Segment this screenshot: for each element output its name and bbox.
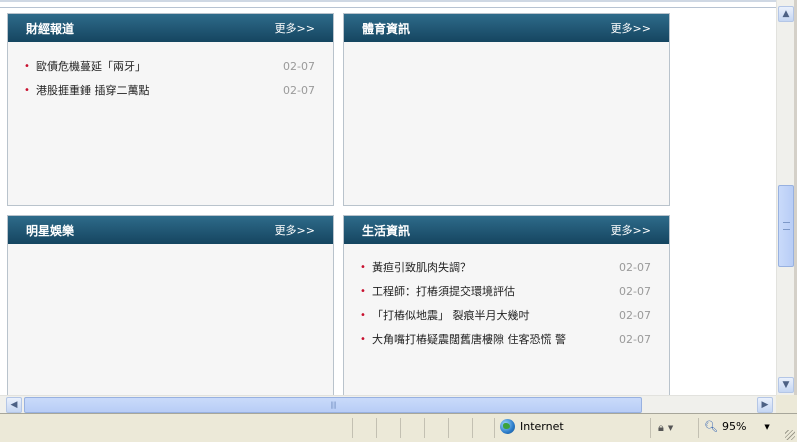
news-date: 02-07 xyxy=(619,308,651,322)
panel-sports: 體育資訊 更多>> xyxy=(343,13,670,206)
grip-icon: |||| xyxy=(330,401,337,409)
list-item[interactable]: • 歐債危機蔓延「兩牙」 02-07 xyxy=(24,54,315,78)
scroll-down-button[interactable]: ▼ xyxy=(778,377,794,393)
status-divider xyxy=(424,418,425,438)
panel-lifestyle-header: 生活資訊 更多>> xyxy=(344,216,669,244)
chevron-down-icon: ▼ xyxy=(782,380,790,390)
news-headline[interactable]: 大角嘴打樁疑震闊舊唐樓隙 住客恐慌 警 xyxy=(372,331,613,347)
scroll-left-button[interactable]: ◀ xyxy=(6,397,22,413)
bullet-icon: • xyxy=(360,261,366,273)
panel-sports-header: 體育資訊 更多>> xyxy=(344,14,669,42)
panel-finance-header: 財經報道 更多>> xyxy=(8,14,333,42)
news-headline[interactable]: 港股捱重錘 插穿二萬點 xyxy=(36,82,277,98)
panel-sports-title: 體育資訊 xyxy=(362,21,411,36)
chevron-left-icon: ◀ xyxy=(10,400,18,410)
scroll-up-button[interactable]: ▲ xyxy=(778,6,794,22)
bullet-icon: • xyxy=(360,333,366,345)
list-item[interactable]: • 「打樁似地震」 裂痕半月大幾吋 02-07 xyxy=(360,303,651,327)
list-item[interactable]: • 黃疸引致肌肉失調？ 02-07 xyxy=(360,255,651,279)
panel-finance-title: 財經報道 xyxy=(26,21,75,36)
status-bar: Internet 🔒︎ ▼ 🔍︎ 95% ▼ xyxy=(0,413,797,442)
vertical-scrollbar[interactable]: ▲ ▼ xyxy=(776,0,794,395)
chevron-down-icon: ▼ xyxy=(764,422,770,431)
chevron-up-icon: ▲ xyxy=(782,9,790,19)
news-headline[interactable]: 「打樁似地震」 裂痕半月大幾吋 xyxy=(372,307,613,323)
status-divider xyxy=(376,418,377,438)
panel-entertainment-more-link[interactable]: 更多>> xyxy=(275,222,315,238)
protected-mode-button[interactable]: 🔒︎ ▼ xyxy=(658,421,673,435)
panel-entertainment-title: 明星娛樂 xyxy=(26,223,75,238)
resize-grip-icon[interactable] xyxy=(785,430,795,440)
news-headline[interactable]: 歐債危機蔓延「兩牙」 xyxy=(36,58,277,74)
scrollbar-corner xyxy=(776,395,797,413)
lock-icon: 🔒︎ xyxy=(658,421,664,434)
bullet-icon: • xyxy=(360,285,366,297)
browser-viewport: 財經報道 更多>> • 歐債危機蔓延「兩牙」 02-07 • 港股捱重錘 插穿二… xyxy=(0,0,776,395)
news-date: 02-07 xyxy=(283,83,315,97)
panel-entertainment-header: 明星娛樂 更多>> xyxy=(8,216,333,244)
status-divider xyxy=(448,418,449,438)
status-divider xyxy=(472,418,473,438)
status-divider xyxy=(650,418,651,438)
zoom-control[interactable]: 🔍︎ 95% ▼ xyxy=(704,420,770,433)
bullet-icon: • xyxy=(24,84,30,96)
horizontal-scroll-thumb[interactable]: |||| xyxy=(24,397,642,413)
grip-icon xyxy=(783,222,790,230)
list-item[interactable]: • 工程師：打樁須提交環境評估 02-07 xyxy=(360,279,651,303)
status-divider xyxy=(352,418,353,438)
bullet-icon: • xyxy=(24,60,30,72)
news-date: 02-07 xyxy=(283,59,315,73)
status-divider xyxy=(400,418,401,438)
panel-entertainment: 明星娛樂 更多>> xyxy=(7,215,334,395)
panel-finance-more-link[interactable]: 更多>> xyxy=(275,20,315,36)
status-divider xyxy=(494,418,495,438)
horizontal-scrollbar[interactable]: ◀ |||| ▶ xyxy=(0,395,776,413)
news-headline[interactable]: 工程師：打樁須提交環境評估 xyxy=(372,283,613,299)
panel-lifestyle-title: 生活資訊 xyxy=(362,223,411,238)
chevron-right-icon: ▶ xyxy=(761,400,769,410)
list-item[interactable]: • 港股捱重錘 插穿二萬點 02-07 xyxy=(24,78,315,102)
news-date: 02-07 xyxy=(619,332,651,346)
globe-icon xyxy=(500,419,515,434)
security-zone[interactable]: Internet xyxy=(500,419,564,434)
zone-label: Internet xyxy=(520,420,564,433)
page-top-border xyxy=(0,2,776,8)
panel-finance-list: • 歐債危機蔓延「兩牙」 02-07 • 港股捱重錘 插穿二萬點 02-07 xyxy=(8,42,333,102)
chevron-down-icon: ▼ xyxy=(667,424,674,432)
news-date: 02-07 xyxy=(619,284,651,298)
scroll-right-button[interactable]: ▶ xyxy=(757,397,773,413)
panel-lifestyle: 生活資訊 更多>> • 黃疸引致肌肉失調？ 02-07 • 工程師：打樁須提交環… xyxy=(343,215,670,395)
panel-lifestyle-more-link[interactable]: 更多>> xyxy=(611,222,651,238)
magnifier-icon: 🔍︎ xyxy=(704,420,718,433)
bullet-icon: • xyxy=(360,309,366,321)
panel-lifestyle-list: • 黃疸引致肌肉失調？ 02-07 • 工程師：打樁須提交環境評估 02-07 … xyxy=(344,244,669,351)
news-headline[interactable]: 黃疸引致肌肉失調？ xyxy=(372,259,613,275)
zoom-level: 95% xyxy=(721,420,747,433)
status-divider xyxy=(698,418,699,438)
vertical-scroll-thumb[interactable] xyxy=(778,185,794,267)
panel-finance: 財經報道 更多>> • 歐債危機蔓延「兩牙」 02-07 • 港股捱重錘 插穿二… xyxy=(7,13,334,206)
news-date: 02-07 xyxy=(619,260,651,274)
panel-sports-more-link[interactable]: 更多>> xyxy=(611,20,651,36)
list-item[interactable]: • 大角嘴打樁疑震闊舊唐樓隙 住客恐慌 警 02-07 xyxy=(360,327,651,351)
